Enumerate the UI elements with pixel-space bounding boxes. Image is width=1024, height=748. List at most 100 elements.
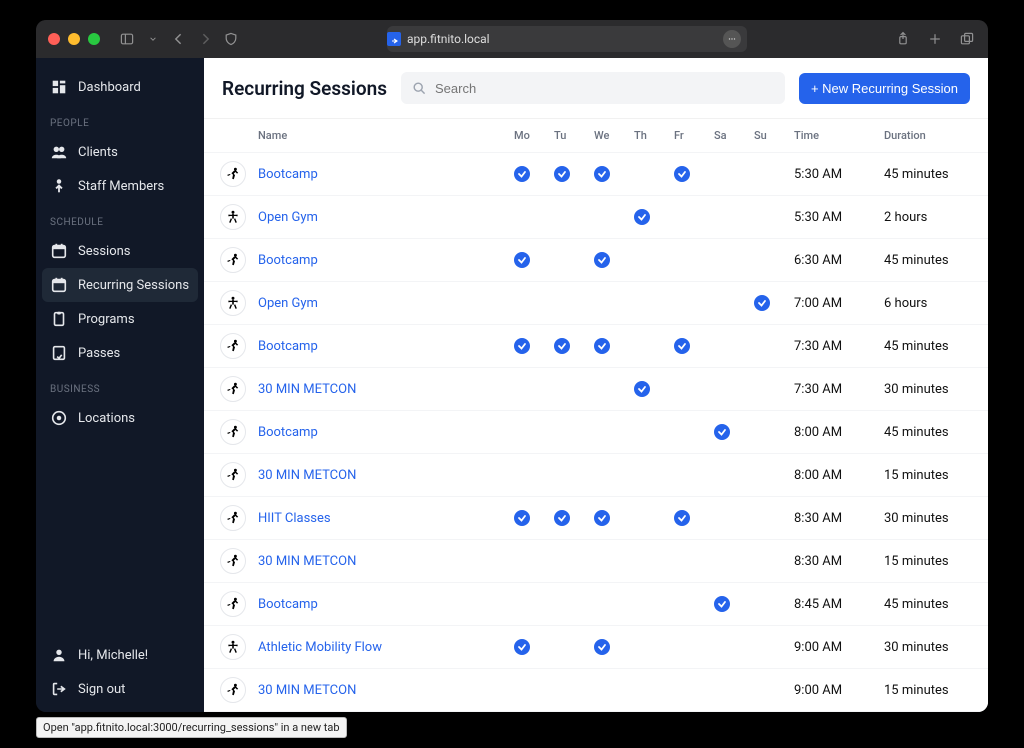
table-row[interactable]: Bootcamp7:30 AM45 minutes bbox=[204, 325, 988, 368]
clipboard-icon bbox=[50, 310, 68, 328]
activity-icon bbox=[220, 419, 246, 445]
session-name-link[interactable]: Open Gym bbox=[258, 210, 318, 225]
table-row[interactable]: Bootcamp6:30 AM45 minutes bbox=[204, 239, 988, 282]
table-row[interactable]: Bootcamp9:30 AM45 minutes bbox=[204, 712, 988, 713]
day-cell-su bbox=[748, 540, 788, 583]
table-row[interactable]: HIIT Classes8:30 AM30 minutes bbox=[204, 497, 988, 540]
table-row[interactable]: 30 MIN METCON8:30 AM15 minutes bbox=[204, 540, 988, 583]
session-name-link[interactable]: 30 MIN METCON bbox=[258, 468, 356, 483]
calendar-recurring-icon bbox=[50, 276, 68, 294]
session-name-link[interactable]: Open Gym bbox=[258, 296, 318, 311]
day-checked-icon bbox=[714, 596, 730, 612]
sidebar-item-programs[interactable]: Programs bbox=[36, 302, 204, 336]
table-row[interactable]: Open Gym5:30 AM2 hours bbox=[204, 196, 988, 239]
day-cell-tu bbox=[548, 411, 588, 454]
col-tu[interactable]: Tu bbox=[548, 119, 588, 153]
toolbar-dropdown-icon[interactable] bbox=[144, 30, 162, 48]
session-name-link[interactable]: Bootcamp bbox=[258, 167, 318, 182]
sidebar-item-sessions[interactable]: Sessions bbox=[36, 234, 204, 268]
session-name-link[interactable]: HIIT Classes bbox=[258, 511, 331, 526]
maximize-window-button[interactable] bbox=[88, 33, 100, 45]
session-name-link[interactable]: 30 MIN METCON bbox=[258, 683, 356, 698]
table-row[interactable]: 30 MIN METCON7:30 AM30 minutes bbox=[204, 368, 988, 411]
day-checked-icon bbox=[674, 510, 690, 526]
session-name-link[interactable]: Bootcamp bbox=[258, 253, 318, 268]
day-cell-mo bbox=[508, 712, 548, 713]
dashboard-icon bbox=[50, 78, 68, 96]
search-box[interactable] bbox=[401, 72, 785, 104]
col-th[interactable]: Th bbox=[628, 119, 668, 153]
new-recurring-session-button[interactable]: + New Recurring Session bbox=[799, 73, 970, 104]
table-header-row: Name Mo Tu We Th Fr Sa Su Time Duration bbox=[204, 119, 988, 153]
day-cell-sa bbox=[708, 196, 748, 239]
activity-icon bbox=[220, 677, 246, 703]
privacy-shield-icon[interactable] bbox=[222, 30, 240, 48]
sidebar-item-staff-members[interactable]: Staff Members bbox=[36, 169, 204, 203]
table-row[interactable]: 30 MIN METCON8:00 AM15 minutes bbox=[204, 454, 988, 497]
col-su[interactable]: Su bbox=[748, 119, 788, 153]
sidebar-sign-out[interactable]: Sign out bbox=[36, 672, 204, 712]
page-title: Recurring Sessions bbox=[222, 77, 387, 100]
sidebar-item-dashboard[interactable]: Dashboard bbox=[36, 70, 204, 104]
share-button[interactable] bbox=[894, 30, 912, 48]
sidebar-user-greeting[interactable]: Hi, Michelle! bbox=[36, 638, 204, 672]
day-cell-we bbox=[588, 368, 628, 411]
session-name-link[interactable]: Bootcamp bbox=[258, 425, 318, 440]
table-row[interactable]: Open Gym7:00 AM6 hours bbox=[204, 282, 988, 325]
col-fr[interactable]: Fr bbox=[668, 119, 708, 153]
sessions-table-wrap[interactable]: Name Mo Tu We Th Fr Sa Su Time Duration bbox=[204, 119, 988, 712]
col-time[interactable]: Time bbox=[788, 119, 878, 153]
table-row[interactable]: Athletic Mobility Flow9:00 AM30 minutes bbox=[204, 626, 988, 669]
col-name[interactable]: Name bbox=[252, 119, 508, 153]
day-cell-sa bbox=[708, 368, 748, 411]
app-root: Dashboard PEOPLE Clients Staff Members S… bbox=[36, 58, 988, 712]
tabs-overview-button[interactable] bbox=[958, 30, 976, 48]
search-input[interactable] bbox=[435, 81, 775, 96]
session-name-link[interactable]: 30 MIN METCON bbox=[258, 554, 356, 569]
sidebar-item-locations[interactable]: Locations bbox=[36, 401, 204, 435]
day-cell-mo bbox=[508, 583, 548, 626]
day-cell-sa bbox=[708, 540, 748, 583]
browser-window: app.fitnito.local Dashboard PEOPLE Clien… bbox=[36, 20, 988, 712]
day-cell-th bbox=[628, 325, 668, 368]
sidebar-item-clients[interactable]: Clients bbox=[36, 135, 204, 169]
sidebar-toggle-icon[interactable] bbox=[118, 30, 136, 48]
sidebar-item-passes[interactable]: Passes bbox=[36, 336, 204, 370]
day-cell-su bbox=[748, 239, 788, 282]
back-button[interactable] bbox=[170, 30, 188, 48]
sidebar-heading-people: PEOPLE bbox=[36, 104, 204, 135]
col-we[interactable]: We bbox=[588, 119, 628, 153]
day-cell-th bbox=[628, 196, 668, 239]
sidebar-item-label: Programs bbox=[78, 312, 135, 327]
minimize-window-button[interactable] bbox=[68, 33, 80, 45]
col-dur[interactable]: Duration bbox=[878, 119, 988, 153]
day-cell-fr bbox=[668, 540, 708, 583]
day-checked-icon bbox=[594, 510, 610, 526]
new-tab-button[interactable] bbox=[926, 30, 944, 48]
table-row[interactable]: 30 MIN METCON9:00 AM15 minutes bbox=[204, 669, 988, 712]
session-name-link[interactable]: 30 MIN METCON bbox=[258, 382, 356, 397]
day-cell-fr bbox=[668, 626, 708, 669]
duration-cell: 45 minutes bbox=[878, 712, 988, 713]
day-cell-sa bbox=[708, 282, 748, 325]
reader-mode-icon[interactable] bbox=[723, 30, 741, 48]
day-cell-tu bbox=[548, 669, 588, 712]
day-cell-fr bbox=[668, 497, 708, 540]
session-name-link[interactable]: Bootcamp bbox=[258, 339, 318, 354]
sidebar-item-label: Sessions bbox=[78, 244, 131, 259]
table-row[interactable]: Bootcamp8:00 AM45 minutes bbox=[204, 411, 988, 454]
location-icon bbox=[50, 409, 68, 427]
close-window-button[interactable] bbox=[48, 33, 60, 45]
col-sa[interactable]: Sa bbox=[708, 119, 748, 153]
col-mo[interactable]: Mo bbox=[508, 119, 548, 153]
duration-cell: 45 minutes bbox=[878, 325, 988, 368]
day-cell-fr bbox=[668, 282, 708, 325]
table-row[interactable]: Bootcamp8:45 AM45 minutes bbox=[204, 583, 988, 626]
forward-button[interactable] bbox=[196, 30, 214, 48]
table-row[interactable]: Bootcamp5:30 AM45 minutes bbox=[204, 153, 988, 196]
address-bar[interactable]: app.fitnito.local bbox=[387, 26, 747, 52]
day-cell-fr bbox=[668, 411, 708, 454]
session-name-link[interactable]: Athletic Mobility Flow bbox=[258, 640, 382, 655]
sidebar-item-recurring-sessions[interactable]: Recurring Sessions bbox=[42, 268, 198, 302]
session-name-link[interactable]: Bootcamp bbox=[258, 597, 318, 612]
